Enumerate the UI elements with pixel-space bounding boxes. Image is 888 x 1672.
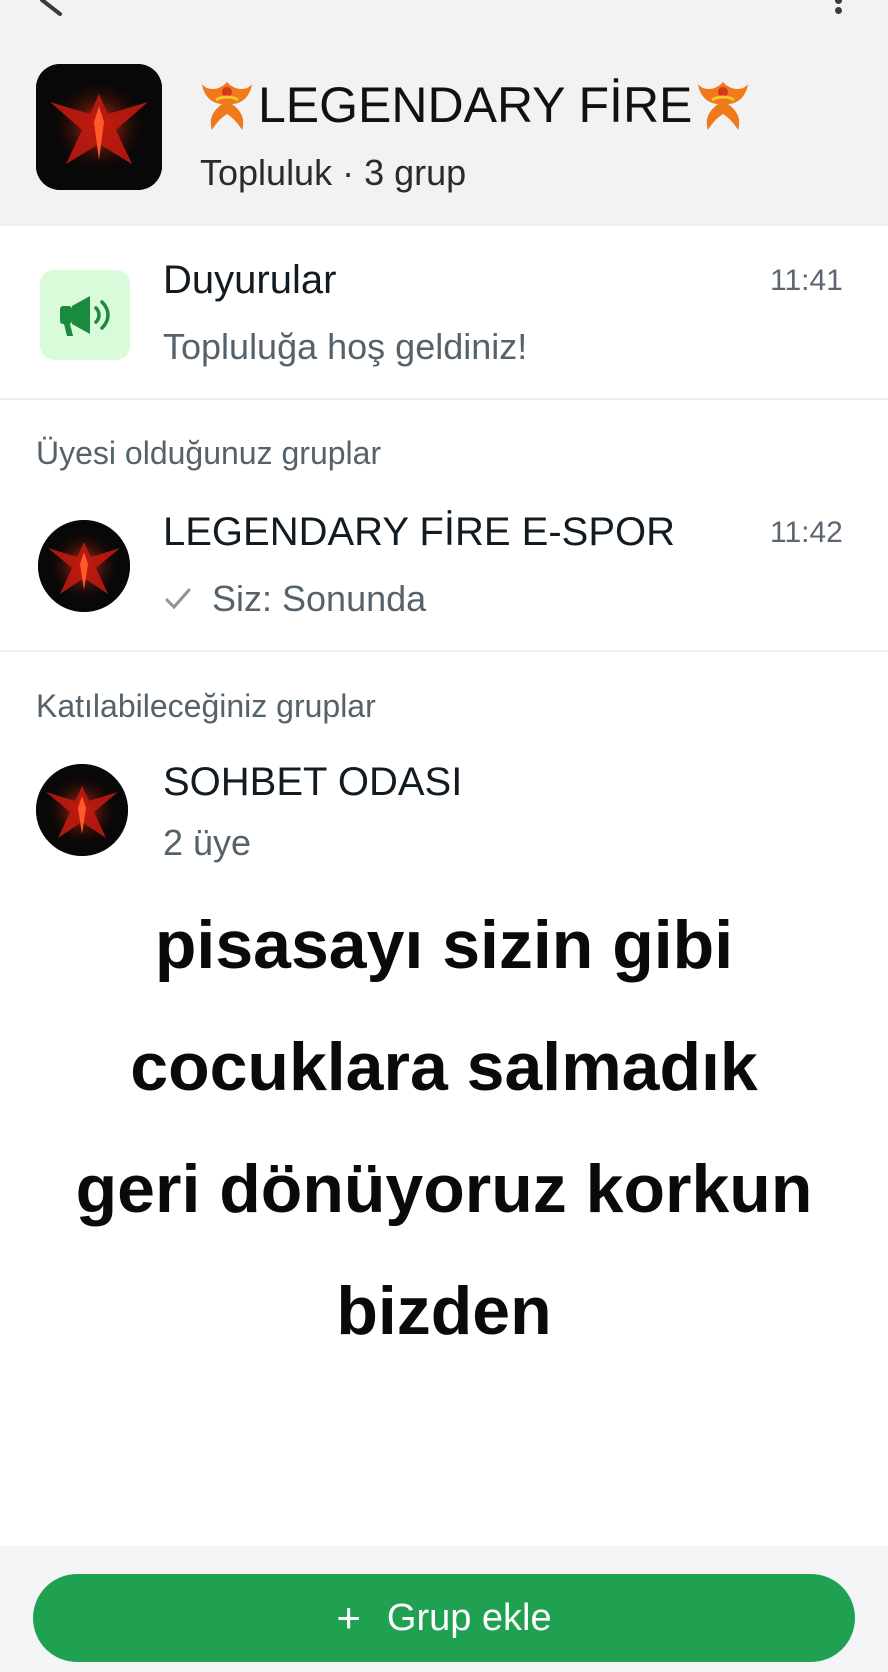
group-last-message: Siz: Sonunda — [212, 578, 427, 619]
megaphone-icon — [40, 270, 130, 360]
community-title: LEGENDARY FİRE — [196, 74, 754, 136]
divider — [0, 398, 888, 400]
group-member-count: 2 üye — [163, 822, 252, 863]
phoenix-emoji-icon — [202, 82, 252, 130]
overlay-caption: pisasayı sizin gibi cocuklara salmadık g… — [0, 884, 888, 1372]
overlay-line: cocuklara salmadık — [130, 1029, 758, 1105]
community-name: LEGENDARY FİRE — [258, 77, 693, 133]
joinable-groups-label: Katılabileceğiniz gruplar — [36, 688, 376, 724]
sent-check-icon — [165, 588, 191, 610]
group-name: LEGENDARY FİRE E-SPOR — [163, 510, 675, 554]
group-time: 11:42 — [770, 516, 843, 549]
group-avatar — [38, 520, 130, 612]
more-options-icon[interactable] — [826, 0, 850, 24]
group-avatar — [36, 764, 128, 856]
plus-icon: + — [336, 1594, 361, 1641]
phoenix-emoji-icon — [698, 82, 749, 130]
community-avatar[interactable] — [36, 64, 162, 190]
announcements-message: Topluluğa hoş geldiniz! — [163, 326, 528, 367]
overlay-line: bizden — [336, 1273, 552, 1349]
announcements-title: Duyurular — [163, 258, 337, 302]
group-name: SOHBET ODASI — [163, 760, 463, 804]
back-arrow-icon[interactable] — [30, 0, 80, 20]
community-subtitle: Topluluk · 3 grup — [200, 152, 467, 193]
member-groups-label: Üyesi olduğunuz gruplar — [36, 435, 382, 471]
overlay-line: geri dönüyoruz korkun — [75, 1151, 813, 1227]
community-header: LEGENDARY FİRE Topluluk · 3 grup — [0, 0, 888, 226]
add-group-button[interactable]: + Grup ekle — [33, 1574, 855, 1662]
announcements-time: 11:41 — [770, 264, 843, 297]
add-group-label: Grup ekle — [386, 1596, 552, 1639]
divider — [0, 650, 888, 652]
overlay-line: pisasayı sizin gibi — [154, 907, 734, 983]
